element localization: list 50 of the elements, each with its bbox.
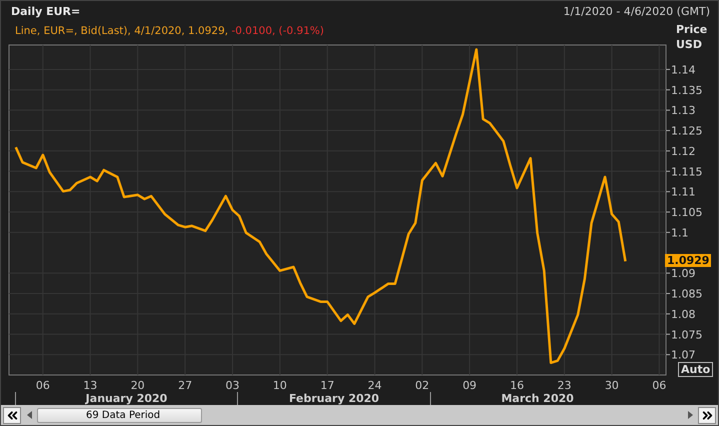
x-axis-tick: 06 (652, 379, 666, 392)
x-axis-tick: 03 (226, 379, 240, 392)
y-axis-tick: 1.075 (666, 328, 702, 342)
y-axis-tick: 1.085 (666, 288, 702, 301)
scroll-thumb[interactable]: 69 Data Period (37, 408, 202, 422)
x-axis-tick: 27 (178, 379, 192, 392)
y-tick-label: 1.14 (671, 63, 696, 76)
month-label: March 2020 (501, 392, 574, 405)
y-axis-tick: 1.115 (666, 165, 702, 178)
y-tick-label: 1.13 (671, 104, 696, 118)
y-axis-tick: 1.11 (666, 186, 696, 199)
last-price-label: 1.0929 (665, 254, 712, 268)
month-label: January 2020 (86, 392, 168, 405)
y-axis-tick: 1.1 (666, 226, 688, 240)
series-legend: Line, EUR=, Bid(Last), 4/1/2020, 1.0929, -0.0100, (-0.91%) (15, 25, 324, 37)
chart-title: Daily EUR= (11, 5, 80, 18)
axis-title: Price USD (676, 22, 708, 52)
scroll-start-button[interactable] (3, 406, 21, 424)
x-axis-tick: 17 (320, 379, 334, 392)
y-tick-label: 1.08 (671, 308, 696, 321)
x-axis-tick: 23 (557, 379, 572, 392)
y-axis-tick: 1.12 (666, 144, 696, 158)
y-tick-label: 1.09 (671, 267, 696, 280)
y-axis-tick: 1.125 (666, 124, 702, 138)
scroll-end-button[interactable] (698, 406, 716, 424)
x-axis-tick: 13 (83, 379, 98, 392)
x-axis-tick: 30 (604, 379, 619, 392)
triangle-right-icon (688, 411, 692, 419)
x-axis-tick: 06 (36, 379, 50, 392)
y-tick-label: 1.12 (671, 144, 696, 158)
y-tick-label: 1.11 (671, 186, 696, 199)
y-axis-tick: 1.09 (666, 267, 696, 280)
y-axis-tick: 1.07 (666, 348, 696, 362)
y-axis-tick: 1.14 (666, 63, 696, 76)
x-axis-tick: 20 (130, 379, 145, 392)
x-axis-tick: 02 (415, 379, 430, 392)
y-axis-tick: 1.135 (666, 84, 702, 97)
auto-scale-button[interactable]: Auto (678, 362, 714, 377)
y-tick-label: 1.1 (671, 226, 688, 240)
triangle-left-icon (26, 411, 32, 419)
x-axis-tick: 16 (510, 379, 524, 392)
y-tick-label: 1.07 (671, 348, 696, 362)
date-range: 1/1/2020 - 4/6/2020 (GMT) (563, 5, 710, 18)
x-axis-tick: 10 (272, 379, 287, 392)
y-axis-tick: 1.08 (666, 308, 696, 321)
x-axis-tick: 24 (368, 379, 382, 392)
y-axis-tick: 1.13 (666, 104, 696, 118)
y-axis-tick: 1.105 (666, 206, 702, 220)
month-label: February 2020 (288, 392, 380, 405)
x-axis-tick: 09 (462, 379, 477, 392)
